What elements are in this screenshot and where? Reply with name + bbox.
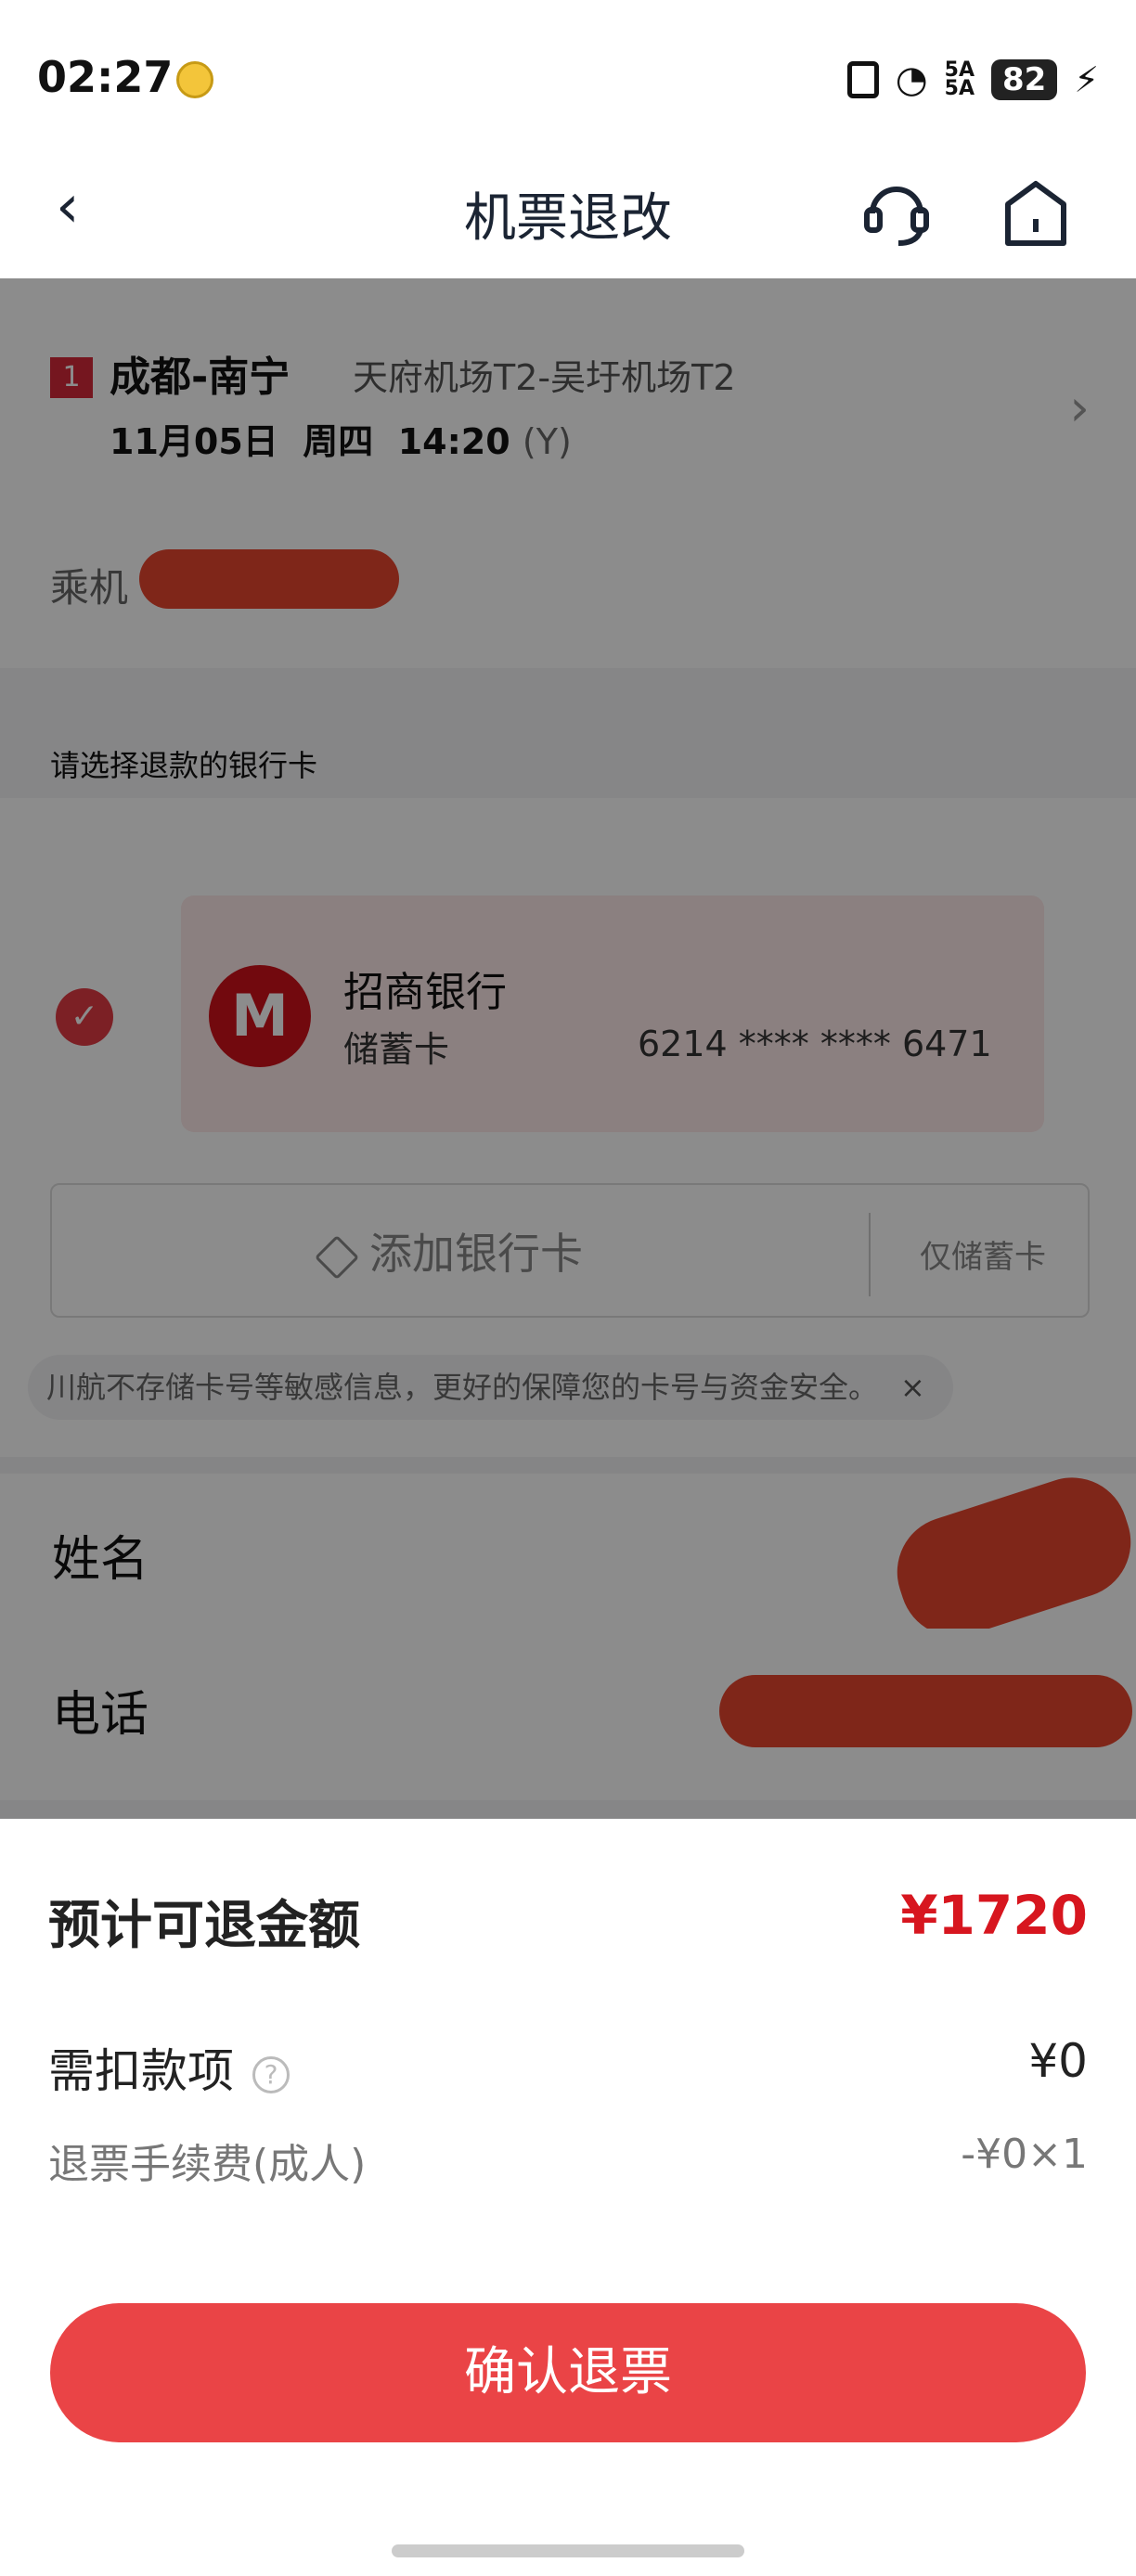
notification-emoji-icon [176, 61, 213, 98]
deduction-row: 需扣款项? [48, 2034, 290, 2101]
confirm-refund-button[interactable]: 确认退票 [50, 2303, 1086, 2442]
help-icon[interactable]: ? [252, 2055, 290, 2093]
estimate-refund-amount: ¥1720 [900, 1884, 1088, 1947]
page-title: 机票退改 [464, 188, 672, 249]
signal-icon: 5A 5A [944, 58, 975, 100]
fee-label: 退票手续费(成人) [48, 2141, 367, 2188]
fee-amount: -¥0×1 [961, 2131, 1088, 2178]
modal-backdrop[interactable] [0, 278, 1136, 1819]
wifi-icon: ◔ [895, 58, 928, 101]
nav-bar: ‹ 机票退改 [0, 139, 1136, 278]
customer-service-icon[interactable] [859, 176, 934, 251]
charging-icon: ⚡ [1074, 59, 1099, 100]
status-time: 02:27 [37, 52, 174, 102]
home-indicator[interactable] [392, 2544, 744, 2557]
deduction-label: 需扣款项 [48, 2044, 234, 2098]
home-icon[interactable] [1000, 176, 1071, 251]
status-icons: ◔ 5A 5A 82 ⚡ [846, 58, 1099, 101]
battery-icon: 82 [990, 59, 1058, 100]
refund-summary-sheet: 预计可退金额 ¥1720 需扣款项? ¥0 退票手续费(成人) -¥0×1 确认… [0, 1819, 1136, 2576]
status-bar: 02:27 ◔ 5A 5A 82 ⚡ [0, 0, 1136, 139]
estimate-refund-label: 预计可退金额 [48, 1896, 360, 1956]
vibrate-icon [846, 61, 879, 98]
deduction-amount: ¥0 [1028, 2034, 1088, 2088]
